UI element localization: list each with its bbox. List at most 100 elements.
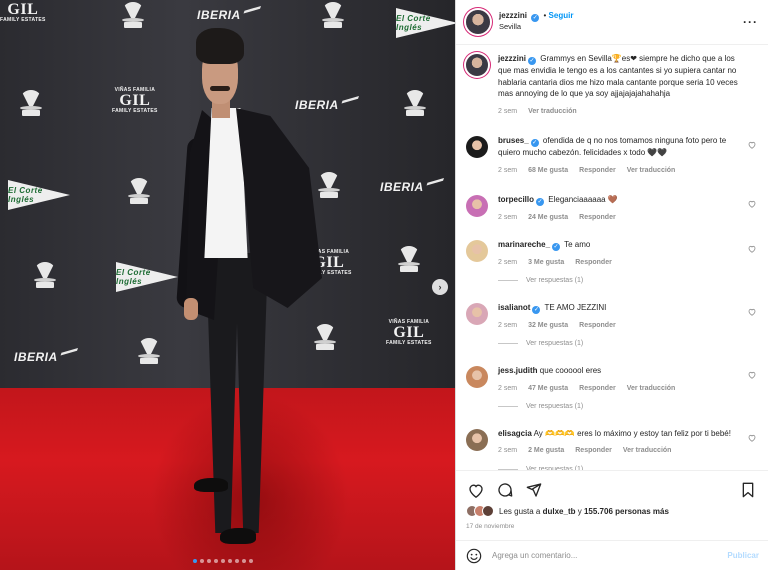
comment-like-heart-icon[interactable] [748,245,756,253]
comment-like-heart-icon[interactable] [748,308,756,316]
comment-username[interactable]: isalianot [498,303,530,312]
translate-link[interactable]: Ver traducción [627,166,676,176]
grammy-gramophone-icon [398,246,420,276]
comment: marinareche_ ✓ Te amo 2 sem 3 Me gusta Respo… [466,239,758,268]
carousel-dot [249,559,253,563]
liker-avatars [466,505,494,517]
gil-logo: VIÑAS FAMILIA GIL FAMILY ESTATES [386,319,432,346]
translate-link[interactable]: Ver traducción [627,384,676,394]
post-sidebar: jezzzini ✓ • Seguir Sevilla ··· jezzzini… [455,0,768,570]
comment-likes[interactable]: 2 Me gusta [528,446,564,456]
comment-time[interactable]: 2 sem [498,258,517,268]
avatar[interactable] [466,10,490,34]
comment-likes[interactable]: 24 Me gusta [528,213,568,223]
comment: jess.judith que coooool eres 2 sem 47 Me g… [466,365,758,394]
reply-button[interactable]: Responder [579,384,616,394]
comment-username[interactable]: marinareche_ [498,240,550,249]
location-link[interactable]: Sevilla [499,22,573,32]
more-options-icon[interactable]: ··· [743,15,758,29]
comment-like-heart-icon[interactable] [748,200,756,208]
comment-like-heart-icon[interactable] [748,434,756,442]
carousel-indicator [193,559,253,563]
reply-button[interactable]: Responder [579,166,616,176]
translate-link[interactable]: Ver traducción [623,446,672,456]
iberia-logo: IBERIA [380,180,441,194]
publish-button[interactable]: Publicar [727,551,759,560]
author-username[interactable]: jezzzini [499,11,527,20]
comment-username[interactable]: torpecillo [498,195,534,204]
follow-button[interactable]: Seguir [549,11,574,20]
iberia-logo: IBERIA [197,8,258,22]
post-photo[interactable]: GIL FAMILY ESTATES IBERIA El Corte Inglés… [0,0,455,570]
carousel-dot [221,559,225,563]
heart-icon[interactable] [466,480,486,500]
grammy-gramophone-icon [122,2,144,32]
post-date[interactable]: 17 de noviembre [466,523,758,530]
grammy-gramophone-icon [34,262,56,292]
comment-likes[interactable]: 47 Me gusta [528,384,568,394]
comment-username[interactable]: bruses_ [498,136,529,145]
add-comment-bar: Publicar [456,540,768,570]
bookmark-icon[interactable] [738,480,758,500]
view-replies-link[interactable]: Ver respuestas (1) [498,277,758,284]
avatar[interactable] [466,54,488,76]
comment-likes[interactable]: 3 Me gusta [528,258,564,268]
avatar[interactable] [466,366,488,389]
verified-badge-icon: ✓ [552,242,561,251]
carousel-dot [235,559,239,563]
reply-button[interactable]: Responder [575,258,612,268]
verified-badge-icon: ✓ [530,138,539,147]
gil-logo: VIÑAS FAMILIA GIL FAMILY ESTATES [112,87,158,114]
emoji-icon[interactable] [466,548,482,564]
reply-button[interactable]: Responder [579,213,616,223]
grammy-gramophone-icon [138,338,160,368]
person-figure [176,28,330,568]
avatar[interactable] [466,428,488,451]
share-icon[interactable] [524,480,544,500]
comment-time[interactable]: 2 sem [498,166,517,176]
likes-count[interactable]: 155.706 personas más [584,507,669,516]
comment-time[interactable]: 2 sem [498,446,517,456]
avatar[interactable] [466,239,488,262]
carousel-dot [214,559,218,563]
comment-username[interactable]: jess.judith [498,366,538,375]
comment-like-heart-icon[interactable] [748,371,756,379]
verified-badge-icon: ✓ [532,305,541,314]
caption-time[interactable]: 2 sem [498,107,517,117]
avatar[interactable] [466,135,488,158]
comment-text: que coooool eres [539,366,602,376]
comment-time[interactable]: 2 sem [498,213,517,223]
comment-likes[interactable]: 32 Me gusta [528,321,568,331]
chevron-right-icon[interactable]: › [432,279,448,295]
view-replies-link[interactable]: Ver respuestas (1) [498,340,758,347]
reply-button[interactable]: Responder [575,446,612,456]
view-replies-link[interactable]: Ver respuestas (1) [498,403,758,410]
comment-icon[interactable] [495,480,515,500]
comment-likes[interactable]: 68 Me gusta [528,166,568,176]
avatar[interactable] [466,302,488,325]
comment-time[interactable]: 2 sem [498,321,517,331]
gil-logo: GIL FAMILY ESTATES [0,1,46,23]
caption: jezzzini ✓ Grammys en Sevilla🏆es❤ siempre… [466,53,758,117]
carousel-dot [228,559,232,563]
avatar[interactable] [466,194,488,217]
comment-input[interactable] [492,551,728,560]
comment: torpecillo ✓ Eleganciaaaaaa 🤎 2 sem 24 Me g… [466,194,758,223]
comment-time[interactable]: 2 sem [498,384,517,394]
grammy-gramophone-icon [20,90,42,120]
caption-username[interactable]: jezzzini [498,54,526,63]
comments-list[interactable]: jezzzini ✓ Grammys en Sevilla🏆es❤ siempre… [456,45,768,470]
carousel-dot [200,559,204,563]
likes-summary[interactable]: Les gusta a dulxe_tb y 155.706 personas … [466,505,758,517]
instagram-post-view: GIL FAMILY ESTATES IBERIA El Corte Inglés… [0,0,768,570]
translate-link[interactable]: Ver traducción [528,107,577,117]
comment-username[interactable]: elisagcia [498,429,532,438]
reply-button[interactable]: Responder [579,321,616,331]
grammy-gramophone-icon [128,178,150,208]
grammy-gramophone-icon [404,90,426,120]
comment-text: Ay 🫶🫶🫶 eres lo máximo y estoy tan feliz … [533,428,731,438]
liker-username[interactable]: dulxe_tb [543,507,576,516]
comment-like-heart-icon[interactable] [748,141,756,149]
carousel-dot [207,559,211,563]
comment: bruses_ ✓ ofendida de q no nos tomamos ni… [466,135,758,176]
